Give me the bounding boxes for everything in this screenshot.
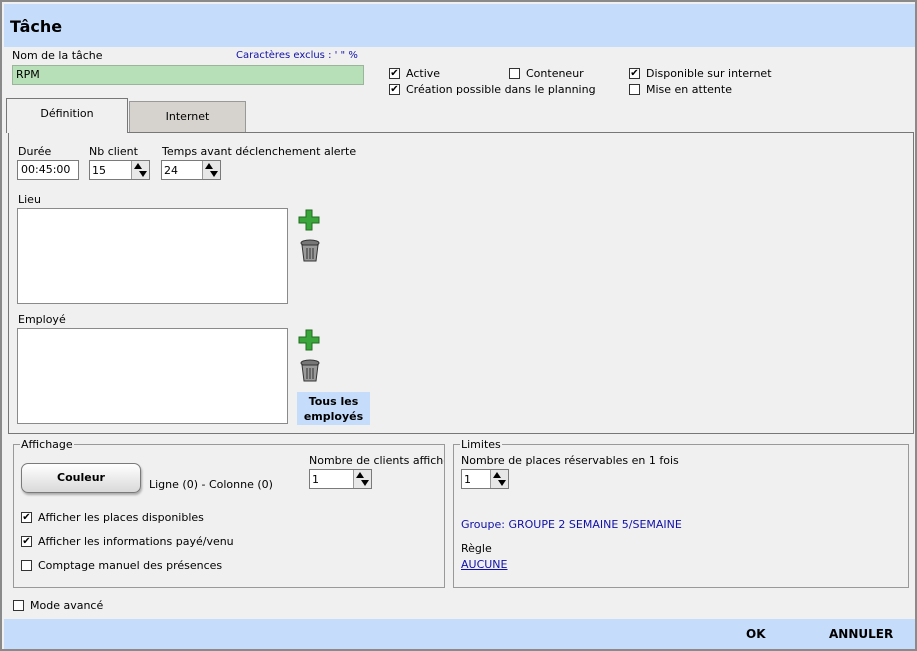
places-reservables-label: Nombre de places réservables en 1 fois <box>461 454 679 467</box>
nombre-clients-spinner[interactable]: 1 <box>309 469 372 489</box>
tab-definition[interactable]: Définition <box>6 98 128 133</box>
lieu-label: Lieu <box>18 193 41 206</box>
regle-label: Règle <box>461 542 492 555</box>
task-name-label: Nom de la tâche <box>12 49 103 62</box>
active-checkbox[interactable]: ✔ Active <box>389 67 440 80</box>
checkbox-checked-icon: ✔ <box>21 536 32 547</box>
position-text: Ligne (0) - Colonne (0) <box>149 478 273 491</box>
comptage-manuel-checkbox[interactable]: Comptage manuel des présences <box>21 559 222 572</box>
nb-client-value: 15 <box>92 164 106 177</box>
tab-internet[interactable]: Internet <box>129 101 246 132</box>
disponible-internet-label: Disponible sur internet <box>646 67 772 80</box>
places-reservables-spinner[interactable]: 1 <box>461 469 509 489</box>
checkbox-checked-icon: ✔ <box>389 68 400 79</box>
creation-planning-checkbox[interactable]: ✔ Création possible dans le planning <box>389 83 596 96</box>
annuler-button[interactable]: ANNULER <box>829 627 893 641</box>
temps-alerte-value: 24 <box>164 164 178 177</box>
spinner-arrows-icon[interactable] <box>202 161 220 179</box>
lieu-list[interactable] <box>17 208 288 304</box>
employe-label: Employé <box>18 313 66 326</box>
groupe-text: Groupe: GROUPE 2 SEMAINE 5/SEMAINE <box>461 518 682 531</box>
add-employe-plus-icon[interactable] <box>297 328 321 352</box>
conteneur-label: Conteneur <box>526 67 584 80</box>
dialog-title: Tâche <box>10 17 63 36</box>
nombre-clients-label: Nombre de clients affiché <box>309 454 444 467</box>
affichage-legend: Affichage <box>21 438 73 451</box>
add-lieu-plus-icon[interactable] <box>297 208 321 232</box>
delete-lieu-trash-icon[interactable] <box>299 239 321 263</box>
footer-bar: OK ANNULER <box>4 619 915 649</box>
checkbox-unchecked-icon <box>629 84 640 95</box>
limites-legend: Limites <box>461 438 501 451</box>
regle-link[interactable]: AUCUNE <box>461 558 508 571</box>
checkbox-unchecked-icon <box>21 560 32 571</box>
nb-client-spinner[interactable]: 15 <box>89 160 150 180</box>
employe-list[interactable] <box>17 328 288 424</box>
checkbox-checked-icon: ✔ <box>629 68 640 79</box>
active-label: Active <box>406 67 441 80</box>
ok-button[interactable]: OK <box>746 627 766 641</box>
checkbox-checked-icon: ✔ <box>389 84 400 95</box>
mode-avance-label: Mode avancé <box>30 599 104 612</box>
delete-employe-trash-icon[interactable] <box>299 359 321 383</box>
title-bar: Tâche <box>4 4 915 47</box>
comptage-manuel-label: Comptage manuel des présences <box>38 559 223 572</box>
temps-alerte-label: Temps avant déclenchement alerte <box>162 145 357 158</box>
afficher-infos-checkbox[interactable]: ✔ Afficher les informations payé/venu <box>21 535 234 548</box>
spinner-arrows-icon[interactable] <box>490 470 508 488</box>
mode-avance-checkbox[interactable]: Mode avancé <box>13 599 103 612</box>
checkbox-checked-icon: ✔ <box>21 512 32 523</box>
afficher-places-label: Afficher les places disponibles <box>38 511 204 524</box>
task-dialog: Tâche Nom de la tâche Caractères exclus … <box>0 0 917 651</box>
excluded-chars-note: Caractères exclus : ' " % <box>236 50 358 61</box>
spinner-arrows-icon[interactable] <box>131 161 149 179</box>
spinner-arrows-icon[interactable] <box>353 470 371 488</box>
task-name-input[interactable]: RPM <box>12 65 364 85</box>
creation-planning-label: Création possible dans le planning <box>406 83 596 96</box>
all-employees-button[interactable]: Tous les employés <box>297 392 370 425</box>
places-reservables-value: 1 <box>464 473 471 486</box>
temps-alerte-spinner[interactable]: 24 <box>161 160 221 180</box>
afficher-places-checkbox[interactable]: ✔ Afficher les places disponibles <box>21 511 204 524</box>
duree-label: Durée <box>18 145 52 158</box>
afficher-infos-label: Afficher les informations payé/venu <box>38 535 234 548</box>
nombre-clients-value: 1 <box>312 473 319 486</box>
disponible-internet-checkbox[interactable]: ✔ Disponible sur internet <box>629 67 772 80</box>
checkbox-unchecked-icon <box>13 600 24 611</box>
nb-client-label: Nb client <box>89 145 138 158</box>
mise-en-attente-checkbox[interactable]: Mise en attente <box>629 83 732 96</box>
conteneur-checkbox[interactable]: Conteneur <box>509 67 584 80</box>
couleur-button[interactable]: Couleur <box>21 463 141 493</box>
duree-input[interactable]: 00:45:00 <box>17 160 79 180</box>
mise-en-attente-label: Mise en attente <box>646 83 732 96</box>
checkbox-unchecked-icon <box>509 68 520 79</box>
